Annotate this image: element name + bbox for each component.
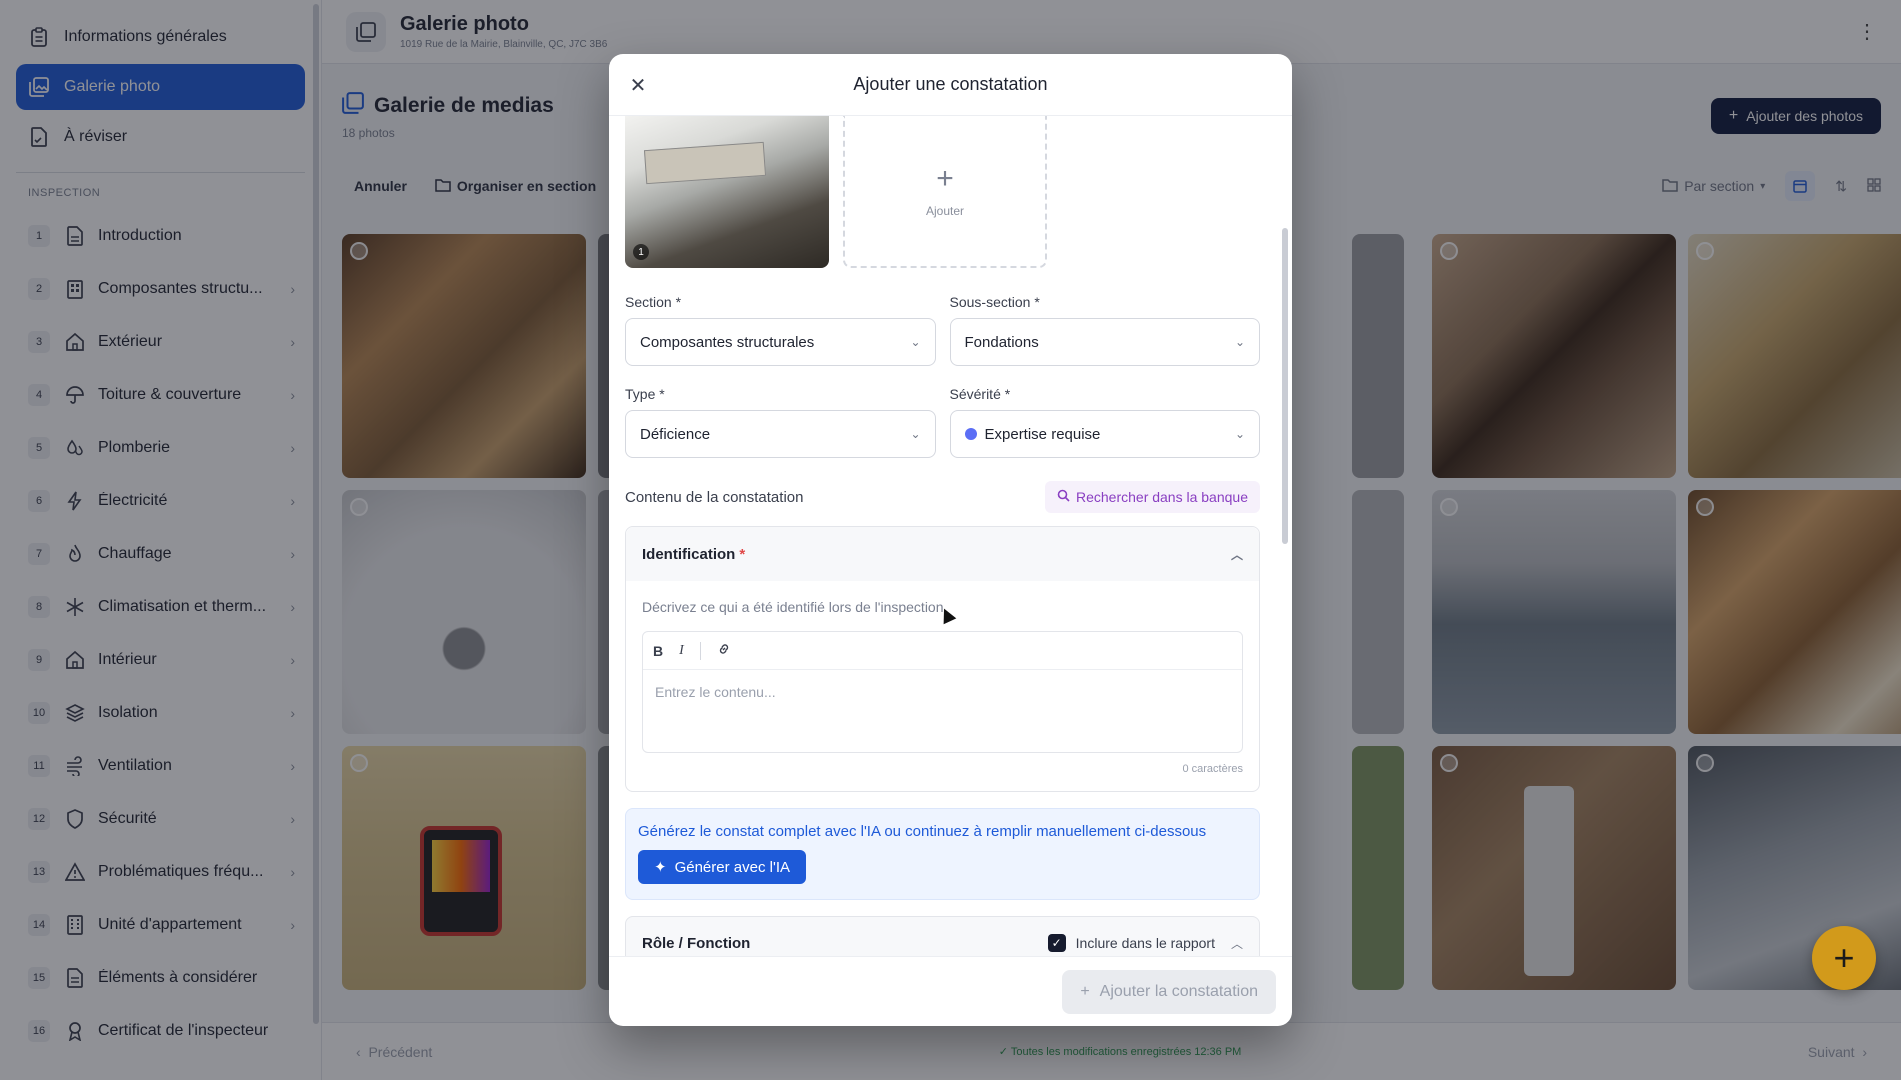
modal-title: Ajouter une constatation (853, 74, 1048, 94)
sparkles-icon: ✦ (654, 859, 667, 876)
section-field: Section * Composantes structurales ⌄ (625, 294, 936, 366)
close-icon[interactable]: ✕ (625, 72, 651, 98)
modal-scrollbar[interactable] (1282, 228, 1288, 544)
modal-header: ✕ Ajouter une constatation (609, 54, 1292, 116)
chevron-down-icon: ⌄ (910, 335, 921, 349)
finding-content-row: Contenu de la constatation Rechercher da… (625, 480, 1260, 514)
severity-value: Expertise requise (984, 425, 1101, 443)
include-report-checkbox[interactable]: ✓ (1047, 934, 1066, 952)
severity-select[interactable]: Expertise requise ⌄ (949, 410, 1260, 458)
ai-generate-panel: Générez le constat complet avec l'IA ou … (625, 808, 1260, 900)
attached-photo[interactable]: 1 (625, 116, 829, 268)
search-bank-button[interactable]: Rechercher dans la banque (1044, 481, 1260, 513)
floating-add-button[interactable]: + (1812, 926, 1876, 990)
editor-toolbar: B I (643, 632, 1242, 670)
level-tool-image (643, 141, 767, 185)
subsection-value: Fondations (964, 333, 1039, 351)
link-icon[interactable] (717, 642, 731, 659)
subsection-field: Sous-section * Fondations ⌄ (949, 294, 1260, 366)
subsection-select[interactable]: Fondations ⌄ (949, 318, 1260, 366)
add-finding-modal: ✕ Ajouter une constatation 1 + Ajouter S… (609, 54, 1292, 1026)
italic-icon[interactable]: I (679, 643, 684, 659)
photo-index: 1 (633, 244, 649, 260)
type-select[interactable]: Déficience ⌄ (625, 410, 936, 458)
section-value: Composantes structurales (640, 333, 815, 351)
ai-hint: Générez le constat complet avec l'IA ou … (638, 823, 1207, 840)
plus-icon: + (936, 162, 954, 195)
search-bank-label: Rechercher dans la banque (1075, 489, 1248, 505)
section-label: Section * (625, 294, 682, 310)
type-value: Déficience (640, 425, 711, 443)
modal-body: 1 + Ajouter Section * Composantes struct… (609, 116, 1292, 956)
character-count: 0 caractères (1182, 763, 1243, 775)
generate-ai-button[interactable]: ✦ Générer avec l'IA (638, 850, 806, 884)
finding-content-label: Contenu de la constatation (625, 488, 804, 506)
identification-title: Identification (642, 545, 736, 563)
type-label: Type * (625, 386, 665, 402)
role-panel-header[interactable]: Rôle / Fonction ✓ Inclure dans le rappor… (625, 916, 1260, 956)
type-field: Type * Déficience ⌄ (625, 386, 936, 458)
rich-text-editor: B I Entrez le contenu... (642, 631, 1243, 753)
finding-fields: Section * Composantes structurales ⌄ Sou… (625, 294, 1260, 478)
include-report-label: Inclure dans le rapport (1075, 935, 1215, 951)
add-finding-button[interactable]: + Ajouter la constatation (1062, 969, 1276, 1014)
add-finding-label: Ajouter la constatation (1099, 982, 1258, 1000)
chevron-up-icon[interactable]: ︿ (1231, 546, 1243, 563)
plus-icon: + (1080, 982, 1090, 1000)
identification-panel: Identification * ︿ Décrivez ce qui a été… (625, 526, 1260, 792)
add-photo-tile[interactable]: + Ajouter (843, 116, 1047, 268)
required-mark: * (739, 545, 746, 563)
severity-label: Sévérité * (949, 386, 1011, 402)
chevron-down-icon: ⌄ (910, 427, 921, 441)
section-select[interactable]: Composantes structurales ⌄ (625, 318, 936, 366)
attached-photos: 1 + Ajouter (625, 116, 1260, 268)
modal-footer: + Ajouter la constatation (609, 956, 1292, 1026)
content-editor-input[interactable]: Entrez le contenu... (643, 670, 1242, 714)
identification-header[interactable]: Identification * ︿ (626, 527, 1259, 581)
chevron-down-icon: ⌄ (1234, 335, 1245, 349)
chevron-down-icon: ⌄ (1234, 427, 1245, 441)
toolbar-separator (699, 641, 701, 660)
severity-dot (964, 428, 977, 440)
severity-field: Sévérité * Expertise requise ⌄ (949, 386, 1260, 458)
generate-ai-label: Générer avec l'IA (674, 858, 790, 876)
bold-icon[interactable]: B (653, 643, 663, 659)
role-title: Rôle / Fonction (642, 934, 751, 952)
subsection-label: Sous-section * (949, 294, 1040, 310)
search-icon (1057, 489, 1070, 505)
plus-icon: + (1833, 937, 1855, 978)
chevron-up-icon[interactable]: ︿ (1231, 935, 1243, 952)
add-photo-label: Ajouter (925, 204, 965, 218)
